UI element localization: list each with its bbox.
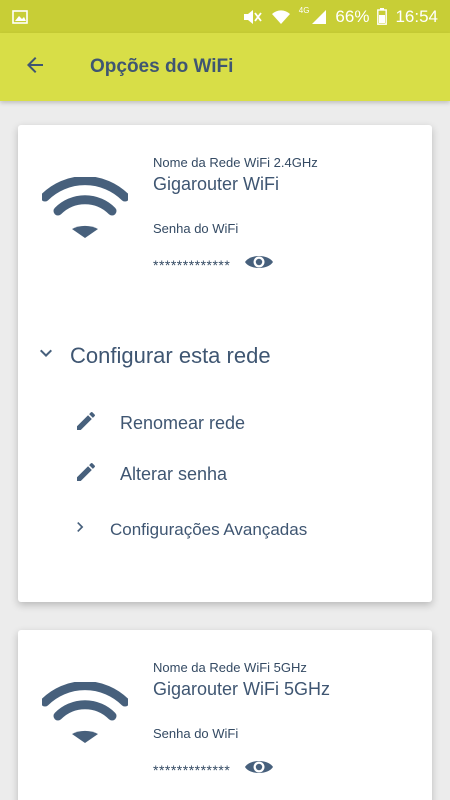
pencil-icon [74,460,98,489]
back-button[interactable] [0,33,70,101]
password-label: Senha do WiFi [153,726,239,741]
configure-network-toggle[interactable]: Configurar esta rede [34,341,271,370]
wifi-signal-icon [271,9,291,25]
change-password-label: Alterar senha [120,464,228,484]
battery-icon [377,8,388,25]
network-card-5ghz: Nome da Rede WiFi 5GHz Gigarouter WiFi 5… [18,630,432,800]
configure-network-title: Configurar esta rede [70,342,271,368]
show-password-button[interactable] [244,757,274,782]
eye-icon [244,252,274,277]
network-name: Gigarouter WiFi [153,174,280,194]
page-title: Opções do WiFi [90,56,234,77]
advanced-settings-button[interactable]: Configurações Avançadas [70,517,307,542]
wifi-icon [40,176,130,244]
status-bar: 4G 66% 16:54 [0,0,450,33]
arrow-back-icon [23,53,47,82]
battery-percent: 66% [335,6,370,26]
rename-network-button[interactable]: Renomear rede [74,409,245,438]
network-name-label: Nome da Rede WiFi 2.4GHz [153,155,318,170]
show-password-button[interactable] [244,252,274,277]
network-name-label: Nome da Rede WiFi 5GHz [153,660,307,675]
advanced-settings-label: Configurações Avançadas [110,519,308,539]
app-bar: Opções do WiFi [0,33,450,101]
wifi-icon [40,681,130,749]
rename-network-label: Renomear rede [120,413,246,433]
change-password-button[interactable]: Alterar senha [74,460,227,489]
gallery-notification-icon [12,9,28,24]
network-info: Nome da Rede WiFi 2.4GHz Gigarouter WiFi… [153,155,422,277]
password-value: ************* [153,761,231,778]
pencil-icon [74,409,98,438]
chevron-down-icon [34,341,58,370]
cell-signal-icon [311,9,327,25]
mute-icon [243,9,263,25]
network-card-2-4ghz: Nome da Rede WiFi 2.4GHz Gigarouter WiFi… [18,125,432,602]
password-value: ************* [153,256,231,273]
network-name: Gigarouter WiFi 5GHz [153,679,331,699]
network-info: Nome da Rede WiFi 5GHz Gigarouter WiFi 5… [153,660,422,782]
password-label: Senha do WiFi [153,221,239,236]
network-type: 4G [298,6,310,15]
chevron-right-icon [70,517,90,542]
eye-icon [244,757,274,782]
clock: 16:54 [395,6,438,26]
